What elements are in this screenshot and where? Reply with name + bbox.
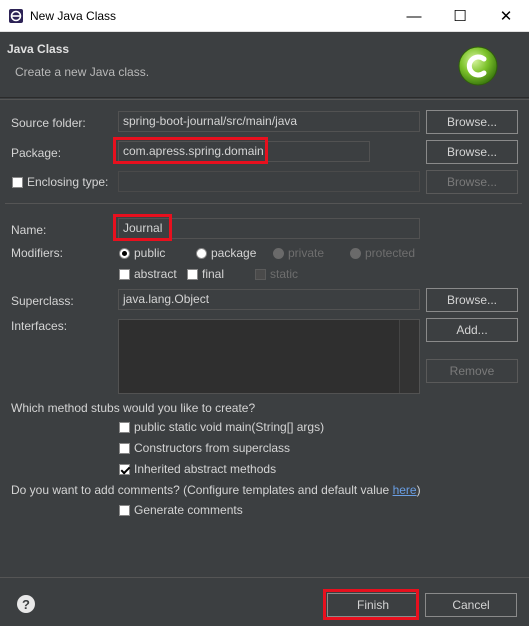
stub-constructors-label: Constructors from superclass <box>134 441 291 455</box>
java-class-icon <box>458 46 498 86</box>
enclosing-type-browse-label: Browse... <box>446 175 497 189</box>
source-folder-browse-label: Browse... <box>446 115 497 129</box>
superclass-field[interactable]: java.lang.Object <box>118 289 420 310</box>
modifier-protected-label: protected <box>365 246 416 260</box>
comments-question-text: Do you want to add comments? (Configure … <box>11 483 393 497</box>
close-button[interactable]: ✕ <box>483 0 529 32</box>
finish-highlight <box>323 589 419 620</box>
modifier-abstract-checkbox[interactable] <box>119 269 130 280</box>
modifier-private-label: private <box>288 246 325 260</box>
modifier-public-label: public <box>134 246 166 260</box>
modifier-static-label: static <box>270 267 299 281</box>
comments-question-suffix: ) <box>416 483 421 497</box>
stub-inherited-label: Inherited abstract methods <box>134 462 277 476</box>
interfaces-remove-button[interactable]: Remove <box>426 359 518 383</box>
wizard-body: Source folder: spring-boot-journal/src/m… <box>0 99 529 576</box>
stub-constructors-checkbox[interactable] <box>119 443 130 454</box>
package-browse-label: Browse... <box>446 145 497 159</box>
comments-question: Do you want to add comments? (Configure … <box>11 483 421 497</box>
stubs-question: Which method stubs would you like to cre… <box>11 401 256 415</box>
name-label: Name: <box>11 223 47 237</box>
wizard-title: Java Class <box>7 42 70 56</box>
package-label: Package: <box>11 146 62 160</box>
source-folder-field[interactable]: spring-boot-journal/src/main/java <box>118 111 420 132</box>
modifier-public-radio[interactable] <box>119 248 130 259</box>
superclass-browse-button[interactable]: Browse... <box>426 288 518 312</box>
cancel-label: Cancel <box>452 598 490 612</box>
interfaces-add-button[interactable]: Add... <box>426 318 518 342</box>
wizard-footer: ? Finish Cancel <box>0 577 529 626</box>
cancel-button[interactable]: Cancel <box>425 593 517 617</box>
configure-templates-link[interactable]: here <box>393 483 417 497</box>
source-folder-label: Source folder: <box>11 116 86 130</box>
interfaces-label: Interfaces: <box>11 319 68 333</box>
interfaces-scrollbar[interactable] <box>399 320 419 393</box>
modifier-abstract-label: abstract <box>134 267 177 281</box>
package-browse-button[interactable]: Browse... <box>426 140 518 164</box>
wizard-description: Create a new Java class. <box>15 65 150 79</box>
eclipse-app-icon <box>9 9 23 23</box>
source-folder-browse-button[interactable]: Browse... <box>426 110 518 134</box>
enclosing-type-field[interactable] <box>118 171 420 192</box>
package-highlight <box>113 137 268 164</box>
generate-comments-label: Generate comments <box>134 503 243 517</box>
help-icon[interactable]: ? <box>17 595 35 613</box>
name-highlight <box>113 214 172 241</box>
modifier-private-radio[interactable] <box>273 248 284 259</box>
interfaces-list[interactable] <box>118 319 420 394</box>
enclosing-type-checkbox[interactable] <box>12 177 23 188</box>
modifiers-label: Modifiers: <box>11 246 64 260</box>
superclass-browse-label: Browse... <box>446 293 497 307</box>
interfaces-add-label: Add... <box>456 323 488 337</box>
stub-main-checkbox[interactable] <box>119 422 130 433</box>
superclass-label: Superclass: <box>11 294 74 308</box>
stub-main-label: public static void main(String[] args) <box>134 420 325 434</box>
separator <box>5 203 522 204</box>
maximize-button[interactable]: ☐ <box>437 0 483 32</box>
modifier-package-radio[interactable] <box>196 248 207 259</box>
modifier-final-label: final <box>202 267 225 281</box>
minimize-button[interactable]: — <box>391 0 437 32</box>
enclosing-type-label: Enclosing type: <box>27 175 109 189</box>
modifier-final-checkbox[interactable] <box>187 269 198 280</box>
stub-inherited-checkbox[interactable] <box>119 464 130 475</box>
modifier-static-checkbox[interactable] <box>255 269 266 280</box>
title-bar: New Java Class — ☐ ✕ <box>0 0 529 32</box>
modifier-protected-radio[interactable] <box>350 248 361 259</box>
modifier-package-label: package <box>211 246 257 260</box>
wizard-header: Java Class Create a new Java class. <box>0 32 529 98</box>
window-title: New Java Class <box>30 9 117 23</box>
generate-comments-checkbox[interactable] <box>119 505 130 516</box>
enclosing-type-browse-button[interactable]: Browse... <box>426 170 518 194</box>
interfaces-remove-label: Remove <box>449 364 495 378</box>
